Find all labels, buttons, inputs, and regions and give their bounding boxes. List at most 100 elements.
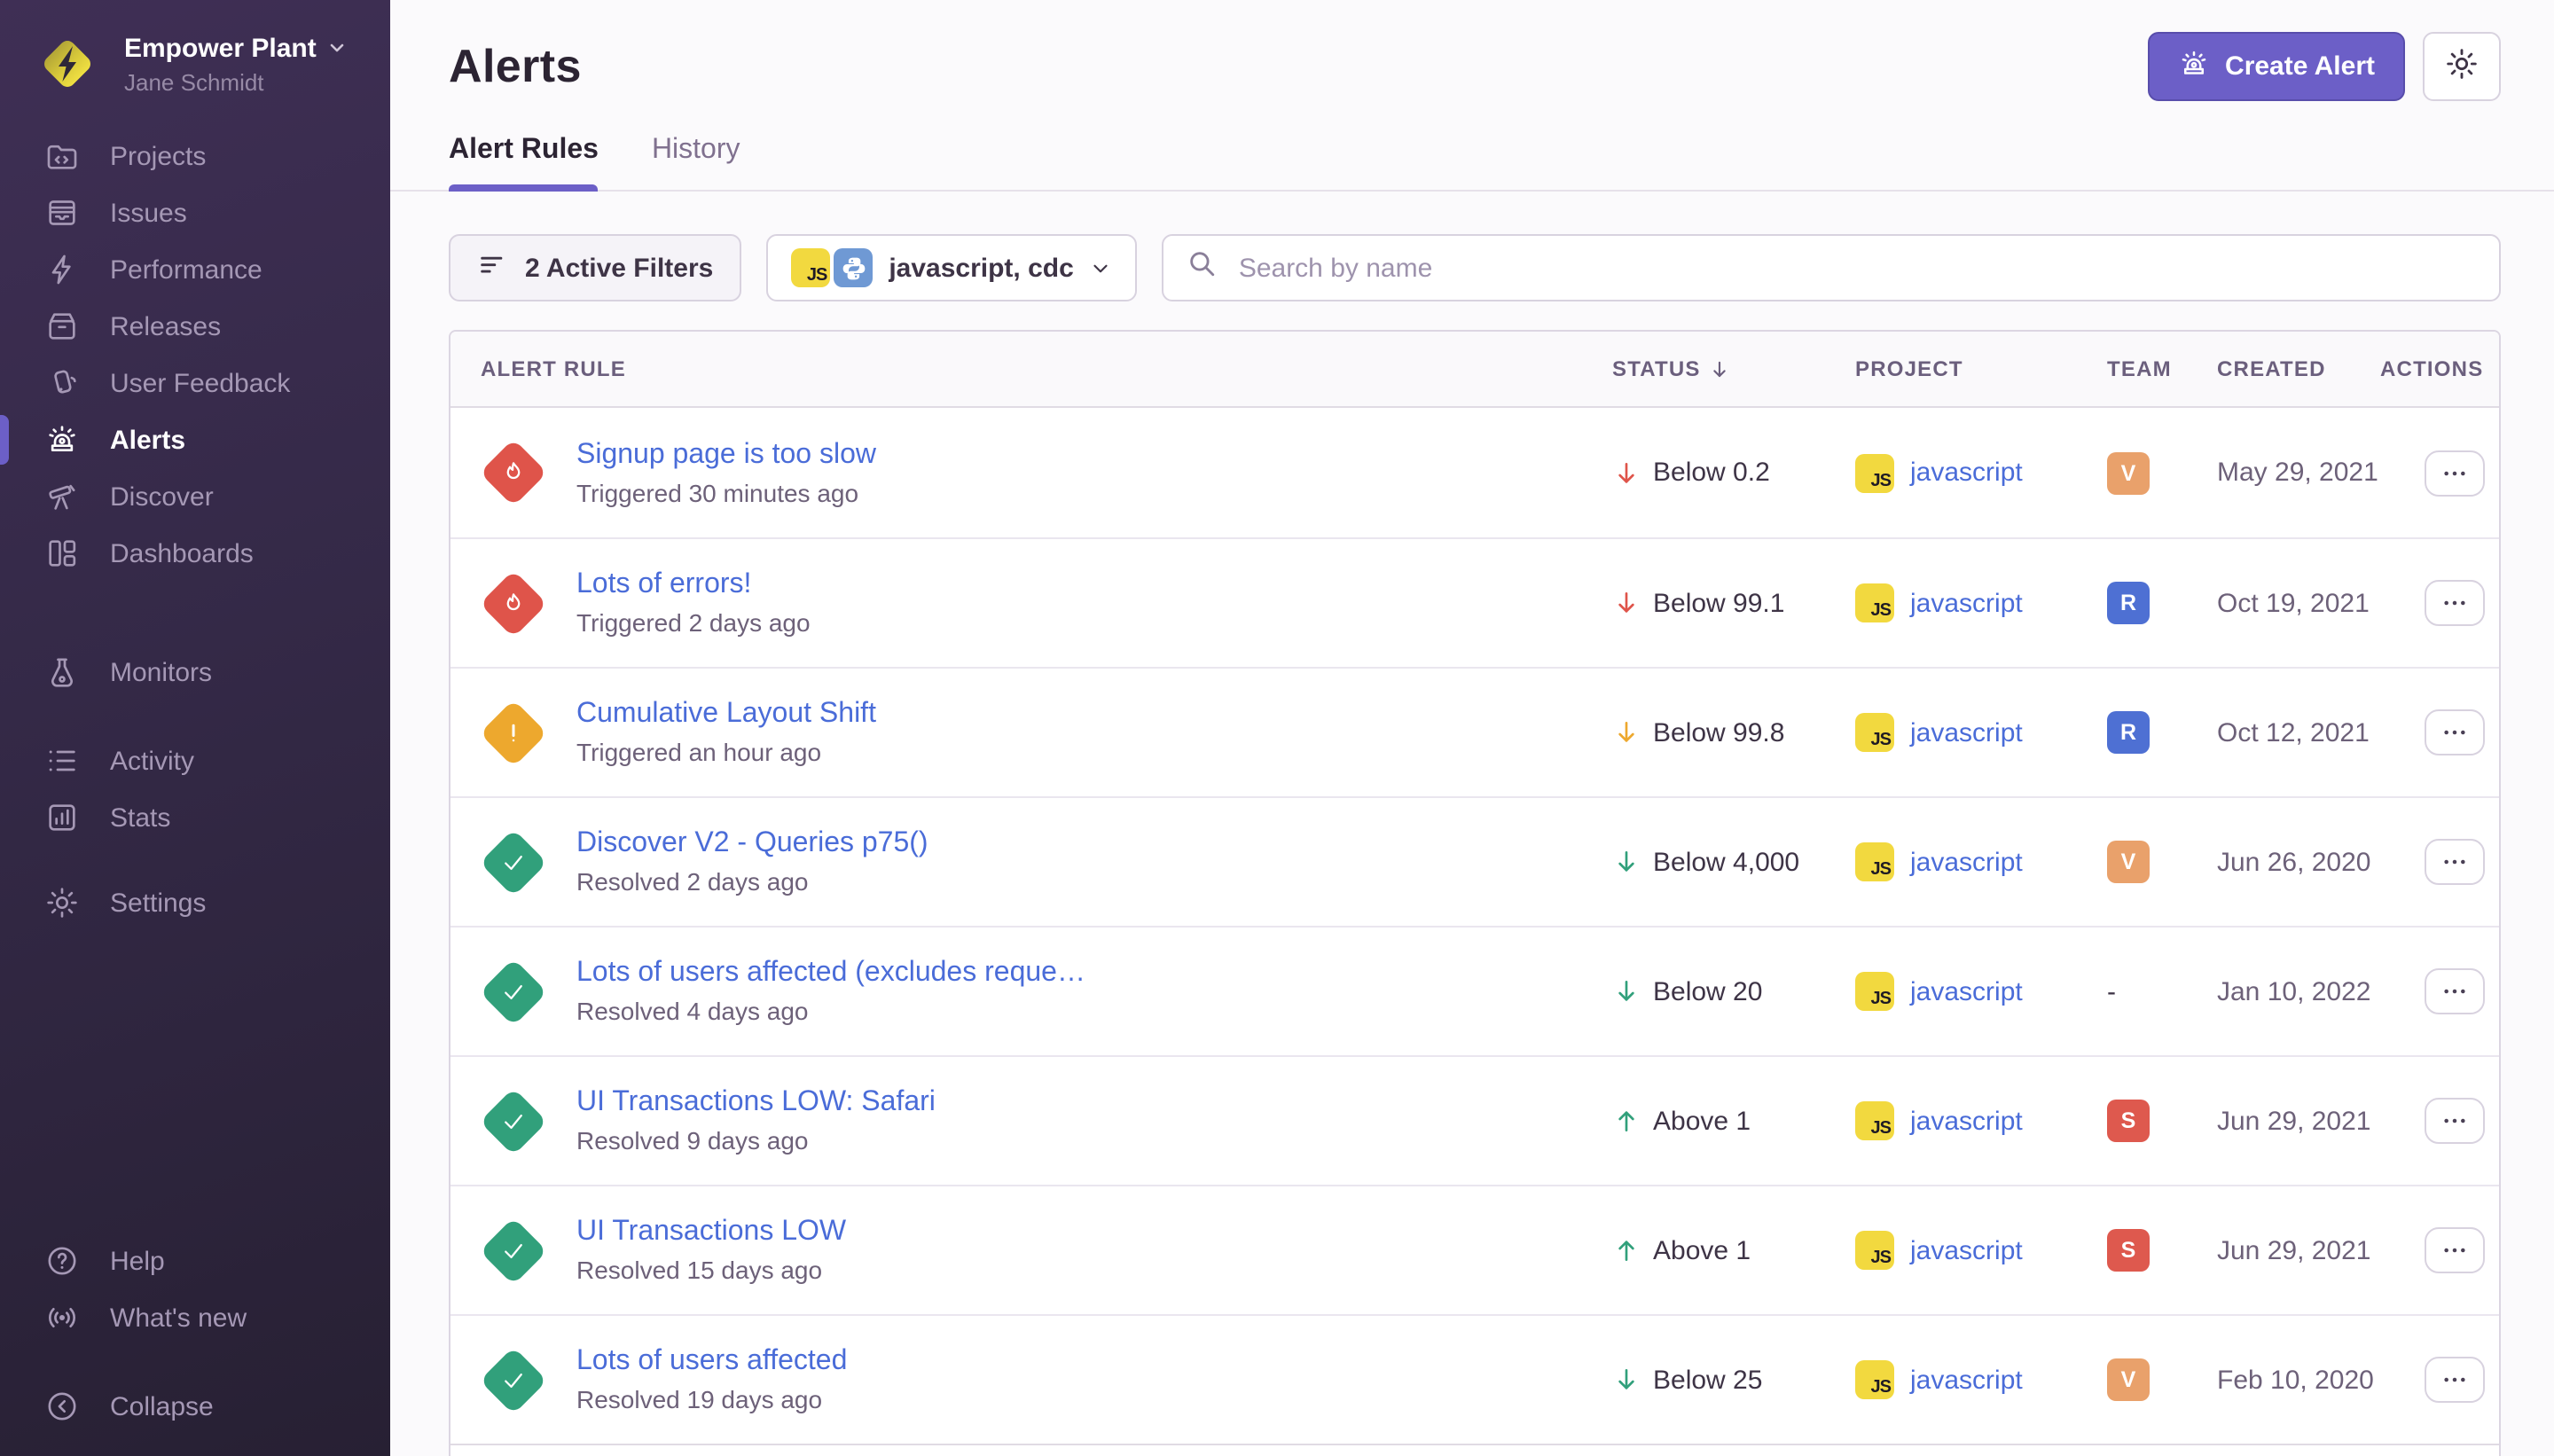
sidebar: Empower Plant Jane Schmidt Projects Issu… [0,0,390,1456]
created-date: Jan 10, 2022 [2217,976,2380,1006]
dashboards-icon [44,536,80,571]
sidebar-item-help[interactable]: Help [0,1233,390,1289]
search-icon [1187,248,1218,287]
sidebar-item-dashboards[interactable]: Dashboards [0,525,390,582]
sidebar-collapse-button[interactable]: Collapse [0,1378,390,1435]
sidebar-item-releases[interactable]: Releases [0,298,390,355]
table-row: Lots of errors! Triggered 2 days ago Bel… [450,537,2499,667]
sidebar-item-stats[interactable]: Stats [0,789,390,846]
row-actions-button[interactable] [2425,1098,2485,1144]
severity-icon [480,1217,547,1284]
sort-descending-icon [1708,357,1731,380]
alert-settings-button[interactable] [2423,32,2501,101]
question-circle-icon [44,1243,80,1279]
created-date: May 29, 2021 [2217,458,2380,488]
sidebar-item-projects[interactable]: Projects [0,128,390,184]
column-header-actions: ACTIONS [2380,356,2501,381]
create-alert-button[interactable]: Create Alert [2147,32,2405,101]
created-date: Oct 12, 2021 [2217,717,2380,748]
project-link[interactable]: javascript [1910,1365,2023,1395]
severity-icon [480,1346,547,1413]
tab-history[interactable]: History [652,135,740,190]
severity-icon [480,699,547,766]
project-link[interactable]: javascript [1910,976,2023,1006]
project-link[interactable]: javascript [1910,1106,2023,1136]
flask-icon [44,654,80,690]
status-value: Above 1 [1653,1235,1751,1265]
created-date: Jun 26, 2020 [2217,847,2380,877]
sidebar-nav: Projects Issues Performance Releases Use… [0,128,390,931]
main-content: Alerts Create Alert Alert Rules History … [390,0,2554,1456]
javascript-platform-icon: JS [1855,972,1894,1011]
alert-rule-link[interactable]: Lots of errors! [576,569,811,601]
python-platform-icon [834,248,873,287]
org-switcher[interactable]: Empower Plant Jane Schmidt [0,0,390,96]
row-actions-button[interactable] [2425,580,2485,626]
telescope-icon [44,479,80,514]
sidebar-item-monitors[interactable]: Monitors [0,644,390,701]
org-name: Empower Plant [124,33,317,63]
severity-icon [480,1087,547,1155]
row-actions-button[interactable] [2425,1357,2485,1403]
sidebar-item-settings[interactable]: Settings [0,874,390,931]
chevron-left-circle-icon [44,1389,80,1424]
project-link[interactable]: javascript [1910,717,2023,748]
column-header-created[interactable]: CREATED [2217,356,2380,381]
alert-rule-link[interactable]: UI Transactions LOW [576,1217,846,1249]
column-header-team[interactable]: TEAM [2107,356,2217,381]
alert-rule-subtitle: Resolved 2 days ago [576,867,928,896]
column-header-project[interactable]: PROJECT [1855,356,2107,381]
sidebar-item-user-feedback[interactable]: User Feedback [0,355,390,411]
alert-rule-link[interactable]: Lots of users affected (excludes reque… [576,958,1085,990]
sidebar-item-label: Issues [110,198,187,228]
status-arrow-icon [1612,1366,1641,1394]
alert-rule-subtitle: Triggered an hour ago [576,738,876,766]
create-alert-label: Create Alert [2225,51,2375,82]
chevron-down-icon [1090,256,1113,279]
team-avatar: V [2107,451,2150,494]
alert-rule-link[interactable]: Lots of users affected [576,1346,847,1378]
sidebar-item-label: What's new [110,1303,247,1333]
table-row: UI Transactions LOW Resolved 15 days ago… [450,1185,2499,1314]
sidebar-item-whats-new[interactable]: What's new [0,1289,390,1346]
project-filter-dropdown[interactable]: JS javascript, cdc [766,234,1137,301]
megaphone-icon [44,365,80,401]
tab-bar: Alert Rules History [390,135,2554,192]
sidebar-item-activity[interactable]: Activity [0,732,390,789]
row-actions-button[interactable] [2425,1227,2485,1273]
project-link[interactable]: javascript [1910,458,2023,488]
gear-icon [44,885,80,920]
tab-alert-rules[interactable]: Alert Rules [449,135,599,190]
status-arrow-icon [1612,977,1641,1006]
row-actions-button[interactable] [2425,709,2485,755]
project-link[interactable]: javascript [1910,847,2023,877]
project-link[interactable]: javascript [1910,1235,2023,1265]
alert-rule-link[interactable]: UI Transactions LOW: Safari [576,1087,936,1119]
alert-rule-link[interactable]: Cumulative Layout Shift [576,699,876,731]
status-arrow-icon [1612,458,1641,487]
search-input[interactable] [1235,251,2476,285]
column-header-status[interactable]: STATUS [1612,356,1855,381]
created-date: Feb 10, 2020 [2217,1365,2380,1395]
active-filters-button[interactable]: 2 Active Filters [449,234,741,301]
sidebar-item-issues[interactable]: Issues [0,184,390,241]
table-row: Lots of users affected Resolved 19 days … [450,1314,2499,1444]
page-title: Alerts [449,35,582,96]
table-row: Signup page is too slow Triggered 30 min… [450,408,2499,537]
column-header-alert-rule[interactable]: ALERT RULE [481,356,1612,381]
sidebar-item-performance[interactable]: Performance [0,241,390,298]
alert-rule-link[interactable]: Signup page is too slow [576,439,876,471]
projects-icon [44,138,80,174]
chevron-down-icon [327,37,349,59]
sidebar-item-label: Releases [110,311,221,341]
row-actions-button[interactable] [2425,839,2485,885]
row-actions-button[interactable] [2425,450,2485,496]
team-avatar: R [2107,711,2150,754]
sidebar-item-discover[interactable]: Discover [0,468,390,525]
table-row: Lots of users affected (excludes reque… … [450,926,2499,1055]
project-link[interactable]: javascript [1910,588,2023,618]
sidebar-item-alerts[interactable]: Alerts [0,411,390,468]
alert-rule-link[interactable]: Discover V2 - Queries p75() [576,828,928,860]
row-actions-button[interactable] [2425,968,2485,1014]
team-avatar: V [2107,841,2150,883]
